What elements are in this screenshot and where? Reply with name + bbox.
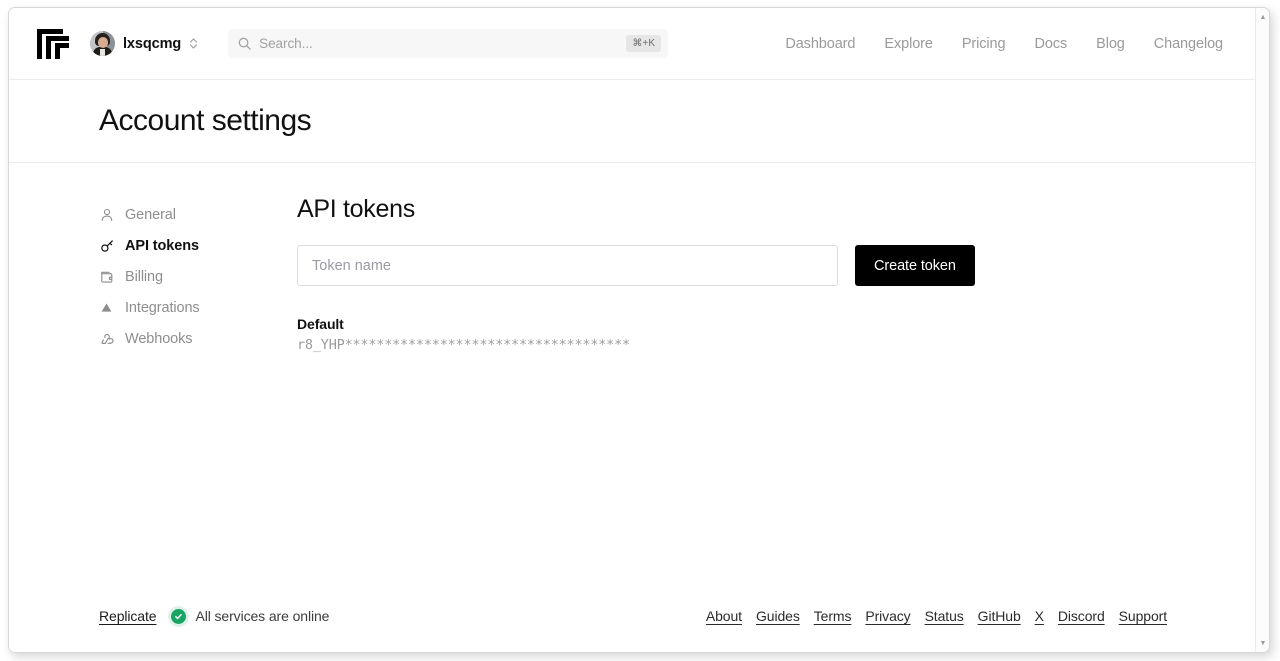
search-input[interactable]: Search... ⌘+K xyxy=(228,29,669,58)
person-icon xyxy=(99,207,114,222)
status-badge[interactable]: All services are online xyxy=(171,608,329,624)
search-placeholder-text: Search... xyxy=(259,36,313,51)
footer-link-terms[interactable]: Terms xyxy=(814,608,852,624)
browser-window: lxsqcmg Search... ⌘+K Dashboard Explore … xyxy=(8,7,1270,653)
footer-brand-link[interactable]: Replicate xyxy=(99,608,157,624)
create-token-button[interactable]: Create token xyxy=(855,245,975,286)
key-icon xyxy=(99,238,114,253)
sidebar-item-label: Webhooks xyxy=(125,330,193,347)
footer-link-support[interactable]: Support xyxy=(1119,608,1167,624)
token-name-input[interactable] xyxy=(297,245,838,286)
page-viewport: lxsqcmg Search... ⌘+K Dashboard Explore … xyxy=(9,8,1257,652)
search-icon xyxy=(238,37,251,50)
sidebar-item-billing[interactable]: Billing xyxy=(99,261,292,292)
create-token-form: Create token xyxy=(297,245,1167,286)
section-title: API tokens xyxy=(297,195,415,223)
search-shortcut-badge: ⌘+K xyxy=(626,35,662,52)
sidebar-item-api-tokens[interactable]: API tokens xyxy=(99,230,292,261)
sidebar-item-integrations[interactable]: Integrations xyxy=(99,292,292,323)
footer-link-github[interactable]: GitHub xyxy=(978,608,1021,624)
settings-content: General API tokens Billing Integrations … xyxy=(9,163,1257,579)
check-circle-icon xyxy=(171,608,187,624)
nav-link-dashboard[interactable]: Dashboard xyxy=(785,36,855,52)
token-list-item: Default r8_YHP**************************… xyxy=(297,315,1167,353)
token-masked-value[interactable]: r8_YHP**********************************… xyxy=(297,337,1167,353)
footer-link-discord[interactable]: Discord xyxy=(1058,608,1105,624)
wallet-icon xyxy=(99,269,114,284)
footer-link-x[interactable]: X xyxy=(1035,608,1044,624)
token-name-label: Default xyxy=(297,316,344,332)
nav-link-docs[interactable]: Docs xyxy=(1034,36,1067,52)
sidebar-item-label: API tokens xyxy=(125,237,199,254)
primary-nav-links: Dashboard Explore Pricing Docs Blog Chan… xyxy=(785,36,1223,52)
status-text: All services are online xyxy=(195,608,330,624)
avatar xyxy=(90,31,115,56)
nav-link-explore[interactable]: Explore xyxy=(884,36,933,52)
page-header: Account settings xyxy=(9,80,1257,163)
triangle-icon xyxy=(99,300,114,315)
scroll-up-arrow-icon[interactable]: ▲ xyxy=(1256,10,1269,24)
footer-left-group: Replicate All services are online xyxy=(99,608,329,624)
footer-link-privacy[interactable]: Privacy xyxy=(865,608,910,624)
account-switcher[interactable]: lxsqcmg xyxy=(90,31,198,56)
username-label: lxsqcmg xyxy=(123,35,182,52)
sidebar-item-label: Billing xyxy=(125,268,163,285)
footer-link-about[interactable]: About xyxy=(706,608,742,624)
footer-link-status[interactable]: Status xyxy=(925,608,964,624)
sidebar-item-general[interactable]: General xyxy=(99,199,292,230)
api-tokens-panel: API tokens Create token Default r8_YHP**… xyxy=(292,195,1167,579)
nav-link-changelog[interactable]: Changelog xyxy=(1154,36,1223,52)
replicate-logo-icon[interactable] xyxy=(37,28,69,59)
chevron-up-down-icon xyxy=(189,38,198,49)
nav-link-blog[interactable]: Blog xyxy=(1096,36,1125,52)
footer-link-guides[interactable]: Guides xyxy=(756,608,800,624)
sidebar-item-label: General xyxy=(125,206,176,223)
settings-sidebar: General API tokens Billing Integrations … xyxy=(99,195,292,579)
webhook-icon xyxy=(99,331,114,346)
page-footer: Replicate All services are online About … xyxy=(9,580,1257,652)
sidebar-item-label: Integrations xyxy=(125,299,200,316)
footer-links: About Guides Terms Privacy Status GitHub… xyxy=(706,608,1167,624)
sidebar-item-webhooks[interactable]: Webhooks xyxy=(99,323,292,354)
scroll-down-arrow-icon[interactable]: ▼ xyxy=(1256,636,1269,650)
page-title: Account settings xyxy=(99,104,312,137)
nav-link-pricing[interactable]: Pricing xyxy=(962,36,1006,52)
top-navigation-bar: lxsqcmg Search... ⌘+K Dashboard Explore … xyxy=(9,8,1257,80)
vertical-scrollbar[interactable]: ▲ ▼ xyxy=(1255,8,1269,652)
